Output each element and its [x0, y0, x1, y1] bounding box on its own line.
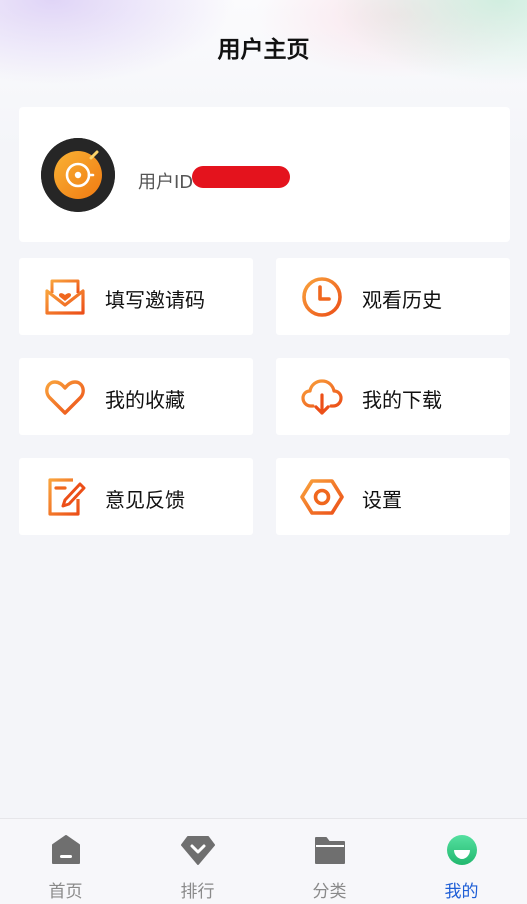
bottom-tab-bar: 首页 排行 分类 我的	[0, 818, 527, 904]
menu-item-watch-history[interactable]: 观看历史	[276, 258, 510, 335]
menu-item-label: 意见反馈	[105, 488, 185, 512]
menu-item-feedback[interactable]: 意见反馈	[19, 458, 253, 535]
profile-smile-icon	[445, 833, 479, 867]
invite-envelope-icon	[43, 275, 87, 319]
menu-item-downloads[interactable]: 我的下载	[276, 358, 510, 435]
avatar[interactable]	[41, 138, 115, 212]
page-title: 用户主页	[217, 37, 310, 63]
tab-label: 首页	[48, 882, 83, 902]
menu-item-settings[interactable]: 设置	[276, 458, 510, 535]
tab-home[interactable]: 首页	[0, 819, 131, 904]
menu-item-label: 我的下载	[362, 388, 442, 412]
tab-category[interactable]: 分类	[264, 819, 395, 904]
menu-item-invite-code[interactable]: 填写邀请码	[19, 258, 253, 335]
heart-icon	[43, 375, 87, 419]
clock-icon	[300, 275, 344, 319]
menu-item-label: 我的收藏	[105, 388, 185, 412]
tab-label: 我的	[444, 882, 479, 902]
settings-hexagon-icon	[300, 475, 344, 519]
home-icon	[49, 833, 83, 867]
menu-item-label: 观看历史	[362, 288, 442, 312]
tab-label: 分类	[312, 882, 347, 902]
user-id-label: 用户ID	[138, 172, 194, 193]
tab-label: 排行	[180, 882, 215, 902]
user-id-redaction	[192, 166, 290, 188]
feedback-edit-icon	[43, 475, 87, 519]
menu-item-label: 填写邀请码	[105, 288, 205, 312]
ranking-diamond-icon	[180, 833, 215, 867]
tab-mine[interactable]: 我的	[396, 819, 527, 904]
menu-item-label: 设置	[362, 488, 402, 512]
tab-ranking[interactable]: 排行	[132, 819, 263, 904]
cloud-download-icon	[300, 375, 344, 419]
profile-card[interactable]: 用户ID	[19, 107, 510, 242]
folder-icon	[313, 833, 347, 867]
menu-item-favorites[interactable]: 我的收藏	[19, 358, 253, 435]
